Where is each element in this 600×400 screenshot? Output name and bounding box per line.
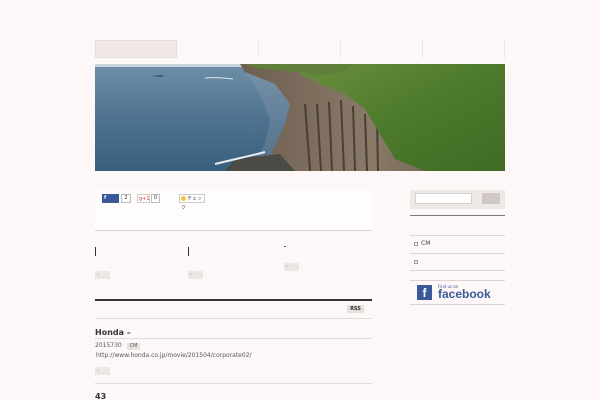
- nav-item-1[interactable]: [95, 40, 177, 58]
- entry-marker: [95, 247, 96, 256]
- facebook-share-button[interactable]: f: [102, 194, 119, 203]
- sidebar-item-cm[interactable]: CM: [414, 240, 430, 247]
- section-divider: [95, 299, 372, 301]
- nav-item-5[interactable]: [423, 40, 505, 58]
- hatena-bookmark-button[interactable]: チェック: [179, 194, 205, 211]
- entry-more-button[interactable]: ‹: [284, 263, 299, 271]
- facebook-badge[interactable]: f Find us on facebook: [417, 284, 491, 301]
- sidebar-item-2[interactable]: [414, 258, 421, 265]
- gplus-count: 0: [151, 194, 160, 203]
- divider: [95, 338, 372, 339]
- gplus-button[interactable]: g+1: [137, 194, 150, 203]
- sidebar-divider: [410, 304, 505, 305]
- category-badge[interactable]: CM: [126, 343, 141, 350]
- facebook-wordmark: facebook: [438, 287, 491, 301]
- entry-more-button[interactable]: ‹: [95, 271, 110, 279]
- coastline-photo: [95, 64, 505, 171]
- divider: [95, 318, 372, 319]
- nav-item-2[interactable]: [177, 40, 259, 58]
- header-image: [95, 64, 505, 171]
- sidebar-divider: [410, 235, 505, 236]
- sidebar-item-label: CM: [421, 240, 431, 247]
- facebook-icon: f: [417, 285, 432, 300]
- facebook-share-count: 2: [121, 194, 131, 203]
- related-entry-2[interactable]: ‹: [188, 240, 268, 280]
- post-title[interactable]: 43: [95, 392, 106, 400]
- sidebar-divider: [410, 253, 505, 254]
- entry-more-button[interactable]: ‹: [188, 271, 203, 279]
- post-meta: 2015730 CM: [95, 342, 141, 350]
- post-more-button[interactable]: ‹: [95, 367, 110, 375]
- nav-item-4[interactable]: [341, 40, 423, 58]
- divider: [95, 383, 372, 384]
- share-bar: f 2 g+1 0 チェック: [95, 190, 372, 231]
- search-widget: [410, 190, 505, 209]
- top-nav: [95, 40, 505, 58]
- entry-marker: [188, 247, 189, 256]
- related-entry-1[interactable]: ‹: [95, 240, 175, 280]
- folder-icon: [414, 259, 418, 264]
- rss-button[interactable]: RSS: [347, 305, 364, 313]
- folder-icon: [414, 241, 418, 246]
- post-title[interactable]: Honda –: [95, 328, 131, 337]
- sidebar-divider: [410, 280, 505, 281]
- related-entry-3[interactable]: ‹: [284, 240, 364, 280]
- nav-item-3[interactable]: [259, 40, 341, 58]
- sidebar-divider: [410, 215, 505, 216]
- search-button[interactable]: [482, 193, 500, 204]
- entry-dash: [284, 246, 286, 247]
- sidebar-divider: [410, 270, 505, 271]
- hatena-icon: [181, 196, 186, 201]
- post-link[interactable]: http://www.honda.co.jp/movie/201504/corp…: [96, 352, 252, 359]
- search-input[interactable]: [415, 193, 472, 204]
- post-date: 2015730: [95, 342, 122, 349]
